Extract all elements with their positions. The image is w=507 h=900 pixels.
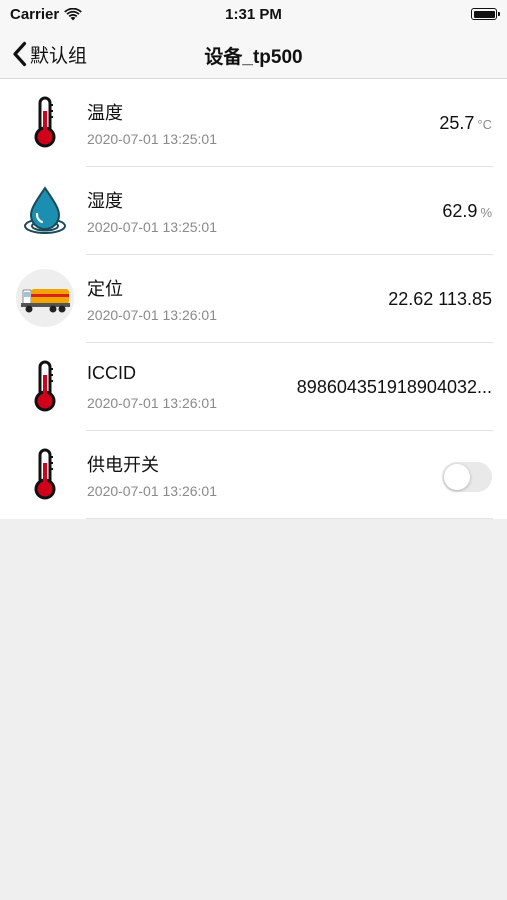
sensor-name: 湿度 — [87, 191, 123, 211]
battery-fill — [473, 10, 495, 18]
sensor-value: 62.9% — [442, 201, 492, 222]
sensor-value-number: 62.9 — [442, 201, 478, 221]
sensor-name: 温度 — [87, 103, 123, 123]
battery-icon — [471, 8, 500, 20]
toggle-knob — [444, 464, 470, 490]
sensor-name: 供电开关 — [87, 455, 159, 475]
power-switch-toggle[interactable] — [442, 462, 492, 492]
sensor-timestamp: 2020-07-01 13:26:01 — [87, 395, 217, 411]
sensor-name: ICCID — [87, 363, 136, 383]
thermometer-icon — [16, 93, 74, 151]
sensor-value-number: 22.62 113.85 — [388, 289, 492, 309]
sensor-list: 温度 2020-07-01 13:25:01 25.7 °C 湿度 2020-07… — [0, 79, 507, 519]
status-time: 1:31 PM — [225, 6, 282, 23]
list-item-temperature[interactable]: 温度 2020-07-01 13:25:01 25.7 °C — [0, 79, 507, 167]
sensor-timestamp: 2020-07-01 13:26:01 — [87, 483, 217, 499]
thermometer-icon — [16, 357, 74, 415]
sensor-unit: °C — [477, 117, 492, 132]
sensor-value-number: 25.7 — [439, 113, 475, 133]
list-item-humidity[interactable]: 湿度 2020-07-01 13:25:01 62.9% — [0, 167, 507, 255]
page-title: 设备_tp500 — [204, 47, 303, 68]
sensor-value: 22.62 113.85 — [388, 289, 492, 310]
status-bar: Carrier 1:31 PM — [0, 0, 507, 30]
sensor-timestamp: 2020-07-01 13:25:01 — [87, 131, 217, 147]
sensor-value: 25.7 °C — [439, 113, 492, 134]
list-item-iccid[interactable]: ICCID 2020-07-01 13:26:01 89860435191890… — [0, 343, 507, 431]
sensor-value-number: 898604351918904032... — [296, 377, 492, 397]
thermometer-icon — [16, 445, 74, 503]
sensor-unit: % — [480, 205, 492, 220]
sensor-value: 898604351918904032... — [297, 377, 492, 398]
truck-icon — [16, 269, 74, 327]
list-item-location[interactable]: 定位 2020-07-01 13:26:01 22.62 113.85 — [0, 255, 507, 343]
sensor-timestamp: 2020-07-01 13:26:01 — [87, 307, 217, 323]
sensor-name: 定位 — [87, 279, 123, 299]
water-drop-icon — [16, 181, 74, 239]
list-item-power-switch: 供电开关 2020-07-01 13:26:01 — [0, 431, 507, 519]
sensor-timestamp: 2020-07-01 13:25:01 — [87, 219, 217, 235]
navigation-bar: 默认组 设备_tp500 — [0, 30, 507, 79]
row-separator — [86, 518, 493, 519]
